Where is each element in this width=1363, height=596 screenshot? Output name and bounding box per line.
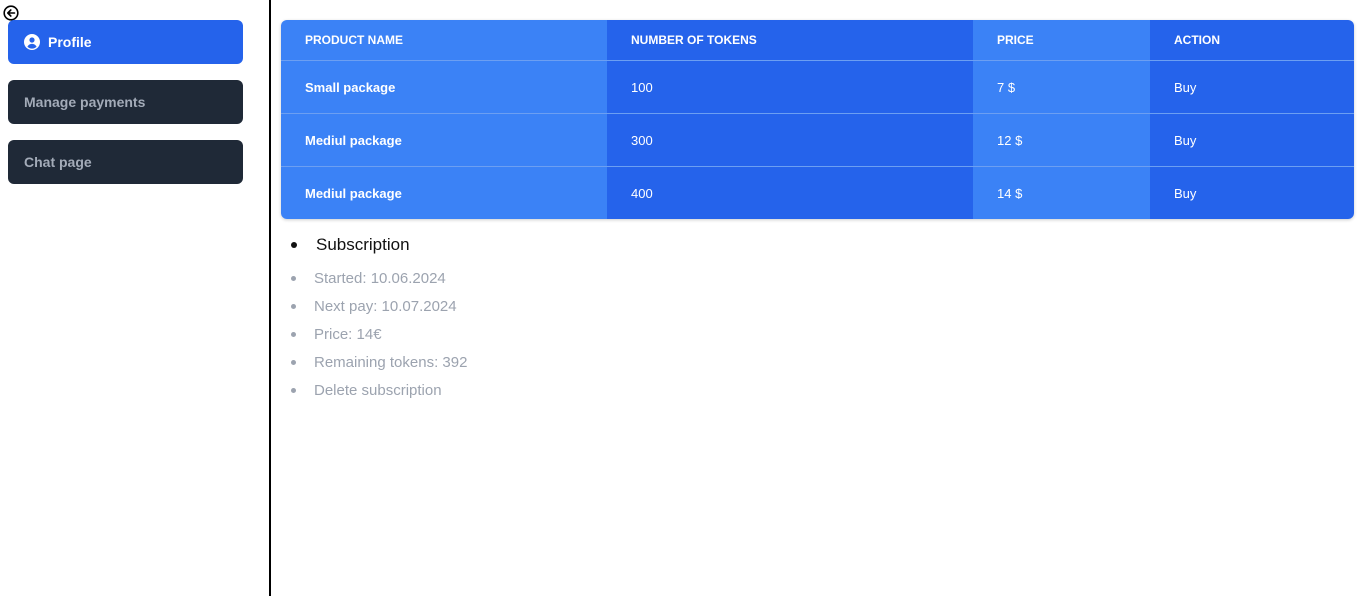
list-item: Started: 10.06.2024 <box>289 264 467 292</box>
subscription-remaining-tokens: Remaining tokens: 392 <box>314 353 468 371</box>
delete-subscription-item[interactable]: Delete subscription <box>289 376 467 404</box>
subscription-section: Subscription Started: 10.06.2024 Next pa… <box>289 232 467 404</box>
table-header-row: PRODUCT NAME NUMBER OF TOKENS PRICE ACTI… <box>281 20 1354 61</box>
column-header-price: PRICE <box>973 20 1150 61</box>
product-name-cell: Mediul package <box>281 166 607 219</box>
buy-button[interactable]: Buy <box>1150 60 1354 114</box>
bullet-icon <box>291 387 296 393</box>
subscription-details-list: Started: 10.06.2024 Next pay: 10.07.2024… <box>289 264 467 404</box>
subscription-heading-item: Subscription <box>289 232 467 258</box>
subscription-started: Started: 10.06.2024 <box>314 269 446 287</box>
bullet-icon <box>291 275 296 281</box>
tokens-cell: 300 <box>607 113 973 167</box>
sidebar: Profile Manage payments Chat page <box>0 0 271 596</box>
bullet-icon <box>291 242 297 248</box>
subscription-next-pay: Next pay: 10.07.2024 <box>314 297 457 315</box>
table-row: Mediul package 300 12 $ Buy <box>281 113 1354 167</box>
buy-button[interactable]: Buy <box>1150 113 1354 167</box>
bullet-icon <box>291 359 296 365</box>
products-table: PRODUCT NAME NUMBER OF TOKENS PRICE ACTI… <box>281 20 1354 219</box>
column-header-action: ACTION <box>1150 20 1354 61</box>
table-row: Mediul package 400 14 $ Buy <box>281 166 1354 219</box>
sidebar-item-chat-page[interactable]: Chat page <box>8 140 243 184</box>
sidebar-item-label: Profile <box>48 34 92 50</box>
column-header-product-name: PRODUCT NAME <box>281 20 607 61</box>
column-header-number-of-tokens: NUMBER OF TOKENS <box>607 20 973 61</box>
bullet-icon <box>291 331 296 337</box>
bullet-icon <box>291 303 296 309</box>
subscription-title: Subscription <box>316 235 410 254</box>
tokens-cell: 100 <box>607 60 973 114</box>
price-cell: 12 $ <box>973 113 1150 167</box>
list-item: Price: 14€ <box>289 320 467 348</box>
delete-subscription-link[interactable]: Delete subscription <box>314 382 442 399</box>
user-circle-icon <box>24 34 40 50</box>
price-cell: 14 $ <box>973 166 1150 219</box>
sidebar-item-manage-payments[interactable]: Manage payments <box>8 80 243 124</box>
table-row: Small package 100 7 $ Buy <box>281 60 1354 114</box>
subscription-price: Price: 14€ <box>314 325 382 343</box>
product-name-cell: Mediul package <box>281 113 607 167</box>
sidebar-item-label: Chat page <box>24 154 92 170</box>
tokens-cell: 400 <box>607 166 973 219</box>
buy-button[interactable]: Buy <box>1150 166 1354 219</box>
sidebar-item-label: Manage payments <box>24 94 146 110</box>
sidebar-item-profile[interactable]: Profile <box>8 20 243 64</box>
list-item: Remaining tokens: 392 <box>289 348 467 376</box>
list-item: Next pay: 10.07.2024 <box>289 292 467 320</box>
price-cell: 7 $ <box>973 60 1150 114</box>
product-name-cell: Small package <box>281 60 607 114</box>
